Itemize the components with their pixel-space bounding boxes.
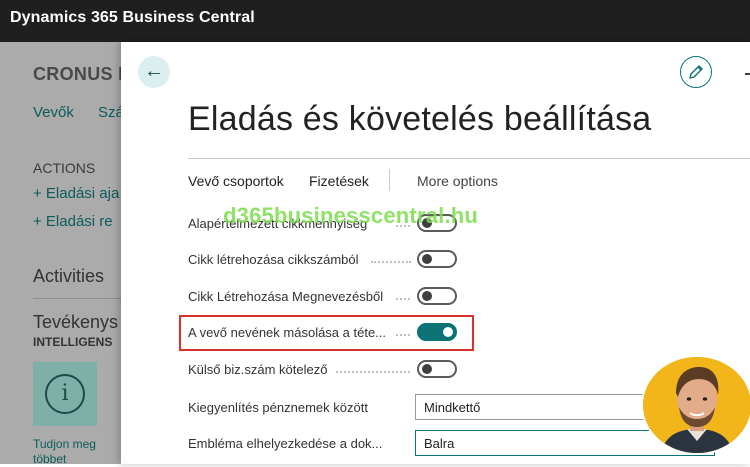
edit-pencil-button[interactable] bbox=[680, 56, 712, 88]
action-separator bbox=[389, 169, 390, 191]
action-link-eladasi-ajanlat[interactable]: + Eladási aja bbox=[33, 185, 119, 202]
field-cikk-letrehozasa-megnevezesbol: Cikk Létrehozása Megnevezésből bbox=[188, 287, 708, 309]
presenter-avatar bbox=[641, 355, 750, 455]
info-icon: i bbox=[45, 374, 85, 414]
tevekenysegek-heading: Tevékenys bbox=[33, 312, 119, 332]
title-divider bbox=[188, 158, 750, 159]
action-link-eladasi-rendeles[interactable]: + Eladási re bbox=[33, 213, 113, 230]
section-divider bbox=[33, 298, 123, 299]
field-label: Embléma elhelyezkedése a dok... bbox=[188, 436, 383, 451]
label-leader-dots bbox=[396, 298, 410, 300]
info-tile-caption-line2: többet bbox=[33, 452, 67, 466]
field-cikk-letrehozasa-cikkszambol: Cikk létrehozása cikkszámból bbox=[188, 250, 708, 272]
company-name[interactable]: CRONUS I bbox=[33, 64, 123, 85]
info-tile[interactable]: i bbox=[33, 362, 97, 426]
intelligens-subheading: INTELLIGENS bbox=[33, 335, 113, 349]
field-kulso-bizszam-kotelezo: Külső biz.szám kötelező bbox=[188, 360, 708, 382]
pencil-icon bbox=[689, 65, 703, 79]
action-vevo-csoportok[interactable]: Vevő csoportok bbox=[188, 173, 284, 189]
toggle-switch[interactable] bbox=[417, 250, 457, 268]
watermark-text: d365businesscentral.hu bbox=[223, 203, 479, 228]
back-arrow-button[interactable]: ← bbox=[138, 56, 170, 88]
activities-heading: Activities bbox=[33, 266, 105, 286]
page-title: Eladás és követelés beállítása bbox=[188, 100, 652, 138]
label-leader-dots bbox=[336, 371, 410, 373]
field-label: Kiegyenlítés pénznemek között bbox=[188, 400, 368, 415]
field-emblema-elhelyezkedese: Embléma elhelyezkedése a dok... Balra bbox=[188, 430, 715, 456]
toggle-switch[interactable] bbox=[417, 287, 457, 305]
app-top-bar: Dynamics 365 Business Central bbox=[0, 0, 750, 42]
field-label: Külső biz.szám kötelező bbox=[188, 362, 328, 377]
toggle-switch[interactable] bbox=[417, 360, 457, 378]
info-tile-caption[interactable]: Tudjon meg többet bbox=[33, 437, 96, 467]
collapse-icon[interactable] bbox=[745, 73, 750, 75]
action-more-options[interactable]: More options bbox=[417, 173, 498, 189]
highlight-annotation-box bbox=[179, 315, 474, 351]
label-leader-dots bbox=[371, 261, 411, 263]
nav-link-vevok[interactable]: Vevők bbox=[33, 104, 74, 121]
presenter-photo bbox=[643, 357, 750, 453]
nav-link-szamlak[interactable]: Szá bbox=[98, 104, 124, 121]
field-kiegyenlites-penznemek-kozott: Kiegyenlítés pénznemek között Mindkettő bbox=[188, 394, 715, 420]
field-label: Cikk létrehozása cikkszámból bbox=[188, 252, 359, 267]
app-title: Dynamics 365 Business Central bbox=[10, 9, 255, 26]
info-tile-caption-line1: Tudjon meg bbox=[33, 437, 96, 451]
field-label: Cikk Létrehozása Megnevezésből bbox=[188, 289, 384, 304]
actions-heading: ACTIONS bbox=[33, 160, 96, 176]
action-fizetesek[interactable]: Fizetések bbox=[309, 173, 369, 189]
